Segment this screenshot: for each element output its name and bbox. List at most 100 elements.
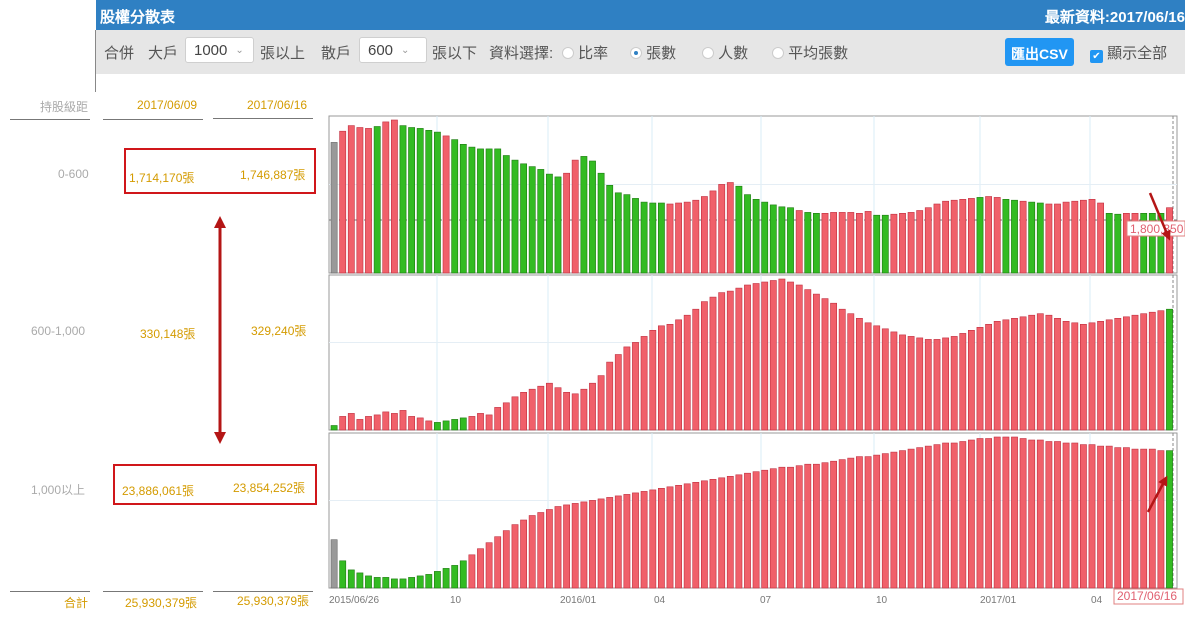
bar [1045, 203, 1053, 274]
bar [614, 354, 622, 431]
bar [821, 298, 829, 431]
x-tick-label: 10 [450, 595, 462, 606]
bar [1011, 436, 1018, 589]
bar [924, 445, 932, 589]
bar [657, 325, 665, 431]
bar [1036, 202, 1044, 274]
bar [950, 199, 958, 274]
bar [339, 416, 347, 431]
bar [502, 402, 510, 431]
bar [709, 478, 717, 589]
bar [899, 213, 906, 274]
bar [1166, 308, 1173, 431]
bar [451, 565, 459, 589]
bar [967, 329, 975, 431]
bar [365, 416, 372, 431]
bar [1088, 322, 1096, 431]
bar [451, 419, 459, 431]
bar [477, 148, 484, 274]
bar [692, 308, 700, 431]
bar [632, 198, 639, 274]
bar [916, 210, 924, 274]
bar [821, 462, 829, 589]
x-tick-label: 07 [760, 595, 772, 606]
x-tick-label: 10 [876, 595, 888, 606]
bar [477, 413, 484, 431]
bar [778, 278, 786, 431]
bar [864, 456, 872, 589]
bar [675, 319, 682, 431]
bar [408, 577, 415, 589]
bar [640, 336, 648, 431]
bar [985, 438, 992, 589]
bar [511, 159, 519, 274]
bar [735, 185, 743, 274]
bar [718, 184, 726, 274]
bar [382, 121, 390, 274]
bar [683, 483, 691, 589]
bar [1105, 213, 1113, 274]
bar [537, 512, 545, 589]
bar [494, 536, 502, 589]
bar [830, 212, 837, 274]
bar [485, 542, 493, 589]
bar [890, 213, 898, 274]
bar [838, 459, 846, 589]
bar [700, 480, 708, 589]
bar [589, 382, 596, 431]
bar [606, 497, 614, 589]
bar [580, 501, 588, 589]
bar [700, 196, 708, 274]
bar [511, 396, 519, 431]
bar [1123, 316, 1130, 431]
bar [571, 393, 579, 431]
bar [933, 444, 941, 589]
bar-chart: 1,800,350 2015/06/26 10 2016/01 04 07 10 2017/0… [214, 115, 1185, 606]
bar [373, 577, 381, 589]
bar [959, 333, 967, 431]
bar [718, 477, 726, 589]
bar [1097, 445, 1104, 589]
bar [873, 214, 881, 274]
bar [907, 448, 915, 589]
bar [459, 417, 467, 431]
bar [881, 328, 889, 431]
bar [1002, 436, 1010, 589]
bar [520, 391, 527, 431]
bar [1088, 199, 1096, 274]
bar [365, 128, 372, 274]
bar [502, 530, 510, 589]
bar [632, 492, 639, 589]
bar [787, 466, 794, 589]
bar [1166, 207, 1173, 274]
bar [1140, 448, 1148, 589]
bar [916, 447, 924, 589]
bar [855, 317, 863, 431]
bar [382, 411, 390, 431]
bar [1002, 199, 1010, 274]
bar [700, 301, 708, 431]
bar [942, 200, 949, 274]
bar [1011, 199, 1018, 274]
bar [649, 489, 657, 589]
bar [554, 506, 562, 589]
bar [864, 322, 872, 431]
bar [442, 420, 450, 431]
bar [416, 417, 424, 431]
bar [390, 578, 398, 589]
bar [1002, 319, 1010, 431]
bar [528, 166, 536, 274]
bar [718, 292, 726, 431]
bar [1028, 314, 1036, 431]
bar [899, 450, 906, 589]
bar [1036, 439, 1044, 589]
bar [1028, 201, 1036, 274]
bar [1080, 199, 1087, 274]
bar [735, 287, 743, 431]
bar [847, 212, 855, 274]
bar [356, 127, 364, 274]
bar [881, 453, 889, 589]
bar [649, 329, 657, 431]
bar [606, 361, 614, 431]
bar [744, 194, 751, 274]
